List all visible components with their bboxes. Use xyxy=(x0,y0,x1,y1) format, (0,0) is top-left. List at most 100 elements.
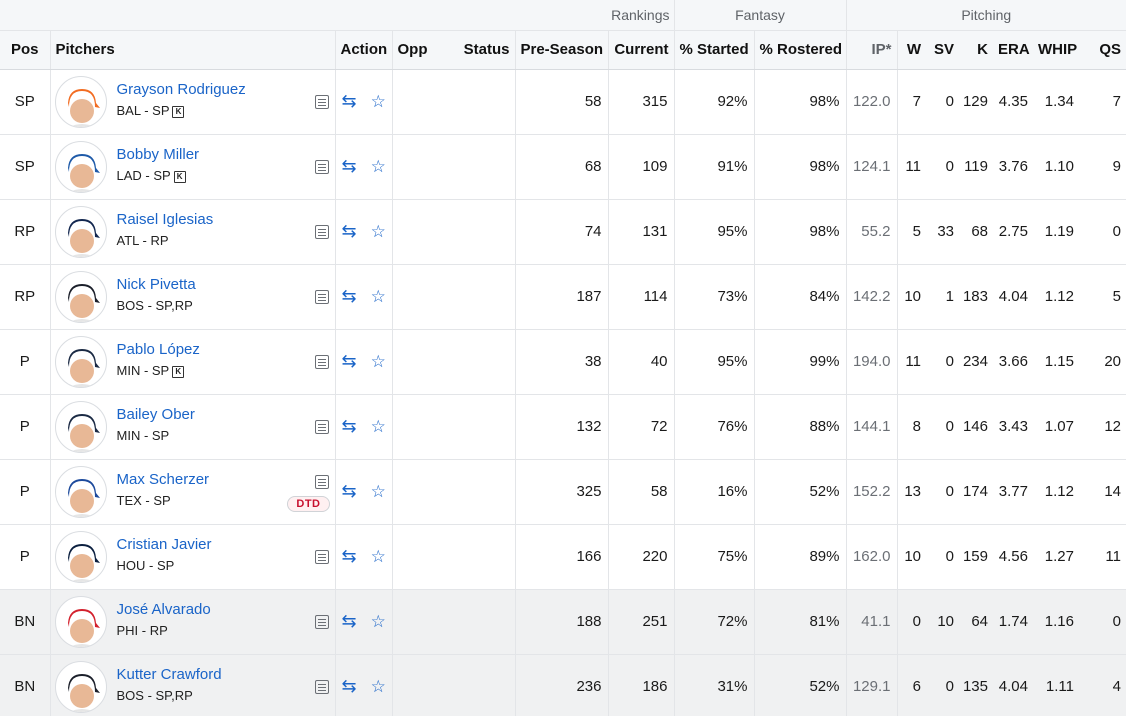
trade-arrows-icon[interactable]: ⇆ xyxy=(342,92,357,110)
opp-cell xyxy=(392,589,444,655)
position-cell[interactable]: P xyxy=(0,459,51,525)
star-outline-icon[interactable]: ☆ xyxy=(371,613,386,630)
player-headshot[interactable] xyxy=(54,140,107,193)
col-era[interactable]: ERA xyxy=(993,30,1033,70)
player-row: BN José Alvarado PHI - RP ⇆ ☆ 188 251 72… xyxy=(0,589,1126,655)
position-cell[interactable]: RP xyxy=(0,264,51,330)
position-cell[interactable]: BN xyxy=(0,654,51,716)
col-opp[interactable]: Opp xyxy=(392,30,444,70)
col-w[interactable]: W xyxy=(897,30,926,70)
trade-arrows-icon[interactable]: ⇆ xyxy=(342,612,357,630)
col-ip[interactable]: IP* xyxy=(846,30,898,70)
trade-arrows-icon[interactable]: ⇆ xyxy=(342,157,357,175)
position-cell[interactable]: P xyxy=(0,394,51,460)
player-name-link[interactable]: Max Scherzer xyxy=(117,471,210,488)
col-preseason[interactable]: Pre-Season xyxy=(515,30,609,70)
notes-icon[interactable] xyxy=(314,474,329,489)
player-cell: Nick Pivetta BOS - SP,RP xyxy=(50,264,336,330)
trade-arrows-icon[interactable]: ⇆ xyxy=(342,482,357,500)
position-cell[interactable]: BN xyxy=(0,589,51,655)
star-outline-icon[interactable]: ☆ xyxy=(371,483,386,500)
trade-arrows-icon[interactable]: ⇆ xyxy=(342,547,357,565)
player-name-link[interactable]: Grayson Rodriguez xyxy=(117,81,246,98)
col-status[interactable]: Status xyxy=(444,30,516,70)
player-name-link[interactable]: Pablo López xyxy=(117,341,200,358)
trade-arrows-icon[interactable]: ⇆ xyxy=(342,287,357,305)
stat-whip: 1.10 xyxy=(1033,134,1079,200)
stat-era: 3.76 xyxy=(993,134,1033,200)
star-outline-icon[interactable]: ☆ xyxy=(371,548,386,565)
trade-arrows-icon[interactable]: ⇆ xyxy=(342,352,357,370)
player-name-link[interactable]: Kutter Crawford xyxy=(117,666,222,683)
stat-sv: 0 xyxy=(926,654,959,716)
player-name-link[interactable]: José Alvarado xyxy=(117,601,211,618)
star-outline-icon[interactable]: ☆ xyxy=(371,158,386,175)
notes-icon[interactable] xyxy=(314,289,329,304)
notes-icon[interactable] xyxy=(314,354,329,369)
player-name-link[interactable]: Bobby Miller xyxy=(117,146,200,163)
stat-era: 1.74 xyxy=(993,589,1033,655)
notes-icon[interactable] xyxy=(314,224,329,239)
stat-qs: 0 xyxy=(1079,199,1126,265)
pitchers-roster-table: Rankings Fantasy Pitching Pos Pitchers A… xyxy=(0,0,1126,716)
star-outline-icon[interactable]: ☆ xyxy=(371,93,386,110)
percent-started: 95% xyxy=(674,199,755,265)
col-pos[interactable]: Pos xyxy=(0,30,51,70)
col-k[interactable]: K xyxy=(959,30,993,70)
position-cell[interactable]: SP xyxy=(0,69,51,135)
player-headshot[interactable] xyxy=(54,530,107,583)
player-headshot[interactable] xyxy=(54,465,107,518)
notes-icon[interactable] xyxy=(314,94,329,109)
action-cell: ⇆ ☆ xyxy=(335,329,393,395)
notes-icon[interactable] xyxy=(314,614,329,629)
player-row: P Pablo López MIN - SP K ⇆ ☆ 38 40 95% 9… xyxy=(0,329,1126,395)
star-outline-icon[interactable]: ☆ xyxy=(371,223,386,240)
player-cell: Cristian Javier HOU - SP xyxy=(50,524,336,590)
stat-whip: 1.27 xyxy=(1033,524,1079,590)
player-name-link[interactable]: Nick Pivetta xyxy=(117,276,196,293)
col-rostered[interactable]: % Rostered xyxy=(754,30,847,70)
group-fantasy: Fantasy xyxy=(674,0,847,31)
action-cell: ⇆ ☆ xyxy=(335,134,393,200)
col-pitchers[interactable]: Pitchers xyxy=(50,30,336,70)
notes-icon[interactable] xyxy=(314,679,329,694)
col-qs[interactable]: QS xyxy=(1079,30,1126,70)
player-headshot[interactable] xyxy=(54,205,107,258)
trade-arrows-icon[interactable]: ⇆ xyxy=(342,417,357,435)
k-badge-icon: K xyxy=(173,170,186,183)
k-badge-icon: K xyxy=(172,365,185,378)
col-started[interactable]: % Started xyxy=(674,30,755,70)
player-headshot[interactable] xyxy=(54,400,107,453)
current-rank: 251 xyxy=(608,589,675,655)
player-team-position: MIN - SP xyxy=(117,428,170,443)
position-cell[interactable]: SP xyxy=(0,134,51,200)
trade-arrows-icon[interactable]: ⇆ xyxy=(342,677,357,695)
trade-arrows-icon[interactable]: ⇆ xyxy=(342,222,357,240)
col-sv[interactable]: SV xyxy=(926,30,959,70)
position-cell[interactable]: P xyxy=(0,524,51,590)
player-cell: Max Scherzer TEX - SP DTD xyxy=(50,459,336,525)
star-outline-icon[interactable]: ☆ xyxy=(371,288,386,305)
player-team-position: TEX - SP xyxy=(117,493,171,508)
col-current[interactable]: Current xyxy=(608,30,675,70)
notes-icon[interactable] xyxy=(314,549,329,564)
player-headshot[interactable] xyxy=(54,595,107,648)
stat-sv: 0 xyxy=(926,394,959,460)
player-name-link[interactable]: Cristian Javier xyxy=(117,536,212,553)
player-name-link[interactable]: Bailey Ober xyxy=(117,406,195,423)
opp-cell xyxy=(392,264,444,330)
player-headshot[interactable] xyxy=(54,75,107,128)
notes-icon[interactable] xyxy=(314,419,329,434)
notes-icon[interactable] xyxy=(314,159,329,174)
position-cell[interactable]: P xyxy=(0,329,51,395)
col-whip[interactable]: WHIP xyxy=(1033,30,1079,70)
position-cell[interactable]: RP xyxy=(0,199,51,265)
star-outline-icon[interactable]: ☆ xyxy=(371,418,386,435)
player-headshot[interactable] xyxy=(54,335,107,388)
star-outline-icon[interactable]: ☆ xyxy=(371,353,386,370)
player-name-link[interactable]: Raisel Iglesias xyxy=(117,211,214,228)
player-headshot[interactable] xyxy=(54,660,107,713)
stat-qs: 4 xyxy=(1079,654,1126,716)
star-outline-icon[interactable]: ☆ xyxy=(371,678,386,695)
player-headshot[interactable] xyxy=(54,270,107,323)
